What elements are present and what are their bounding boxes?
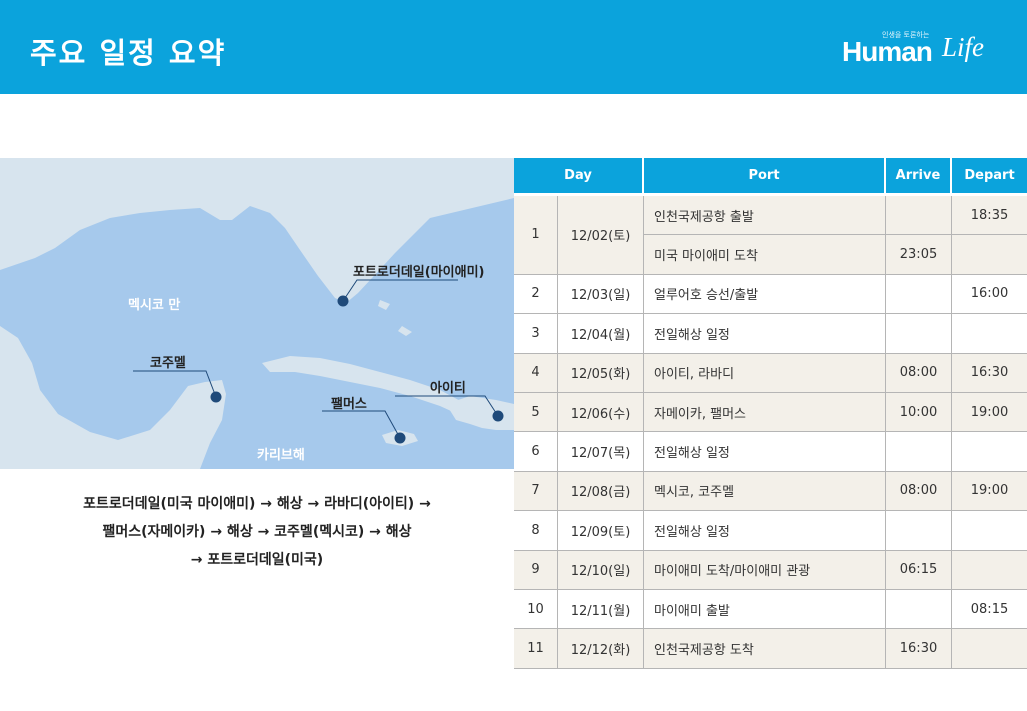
caribbean-map: 멕시코 만 카리브해 포트로더데일(마이애미) 코주멜 팰머스 아이티 — [0, 158, 514, 469]
port-name: 마이애미 도착/마이애미 관광 — [644, 550, 886, 590]
port-name: 전일해상 일정 — [644, 511, 886, 551]
col-day: Day — [514, 158, 644, 196]
day-date: 12/12(화) — [558, 629, 644, 669]
port-name: 마이애미 출발 — [644, 589, 886, 630]
table-header-row: Day Port Arrive Depart — [514, 158, 1027, 196]
day-date: 12/03(일) — [558, 274, 644, 315]
route-line: 포트로더데일(미국 마이애미) → 해상 → 라바디(아이티) → — [83, 496, 431, 512]
arrive-time — [886, 589, 952, 630]
day-number: 4 — [514, 353, 558, 393]
port-name: 인천국제공항 출발 — [644, 196, 886, 236]
palmas-label: 팰머스 — [331, 397, 367, 412]
table-row: 11 12/12(화) 인천국제공항 도착 16:30 — [514, 629, 1027, 669]
route-line: → 포트로더데일(미국) — [190, 552, 324, 568]
table-row: 10 12/11(월) 마이애미 출발 08:15 — [514, 589, 1027, 630]
table-row: 4 12/05(화) 아이티, 라바디 08:00 16:30 — [514, 353, 1027, 393]
arrive-time — [886, 314, 952, 354]
itinerary-table: Day Port Arrive Depart 1 12/02(토) 인천국제공항… — [514, 158, 1027, 669]
col-arrive: Arrive — [886, 158, 952, 196]
port-name: 전일해상 일정 — [644, 314, 886, 354]
port-name: 전일해상 일정 — [644, 432, 886, 472]
arrive-time: 16:30 — [886, 629, 952, 669]
depart-time: 18:35 — [952, 196, 1027, 236]
day-date: 12/02(토) — [558, 196, 644, 275]
table-row: 3 12/04(월) 전일해상 일정 — [514, 314, 1027, 354]
port-name: 미국 마이애미 도착 — [644, 235, 886, 275]
port-name: 멕시코, 코주멜 — [644, 471, 886, 512]
day-number: 2 — [514, 274, 558, 315]
day-number: 11 — [514, 629, 558, 669]
depart-time: 19:00 — [952, 471, 1027, 512]
arrive-time: 23:05 — [886, 235, 952, 275]
depart-time — [952, 314, 1027, 354]
day-date: 12/04(월) — [558, 314, 644, 354]
day-date: 12/06(수) — [558, 392, 644, 433]
day-number: 3 — [514, 314, 558, 354]
table-row: 7 12/08(금) 멕시코, 코주멜 08:00 19:00 — [514, 471, 1027, 512]
day-number: 6 — [514, 432, 558, 472]
day-date: 12/10(일) — [558, 550, 644, 590]
map-graphic — [0, 158, 514, 469]
day-number: 10 — [514, 589, 558, 630]
table-row: 5 12/06(수) 자메이카, 팰머스 10:00 19:00 — [514, 392, 1027, 433]
depart-time: 08:15 — [952, 589, 1027, 630]
haiti-label: 아이티 — [430, 381, 466, 396]
depart-time — [952, 550, 1027, 590]
route-line: 팰머스(자메이카) → 해상 → 코주멜(멕시코) → 해상 — [102, 524, 412, 540]
col-depart: Depart — [952, 158, 1027, 196]
day-number: 5 — [514, 392, 558, 433]
arrive-time: 06:15 — [886, 550, 952, 590]
haiti-marker — [492, 410, 504, 422]
logo-mark: Human — [842, 36, 933, 67]
day-date: 12/05(화) — [558, 353, 644, 393]
human-life-logo: 인생을 토론하는 Human Life — [842, 30, 992, 74]
depart-time — [952, 629, 1027, 669]
header-bar: 주요 일정 요약 인생을 토론하는 Human Life — [0, 0, 1027, 94]
table-row: 9 12/10(일) 마이애미 도착/마이애미 관광 06:15 — [514, 550, 1027, 590]
port-name: 자메이카, 팰머스 — [644, 392, 886, 433]
palmas-marker — [394, 432, 406, 444]
col-port: Port — [644, 158, 886, 196]
day-date: 12/11(월) — [558, 589, 644, 630]
table-row: 6 12/07(목) 전일해상 일정 — [514, 432, 1027, 472]
arrive-time: 08:00 — [886, 471, 952, 512]
gulf-label: 멕시코 만 — [128, 298, 181, 313]
cozumel-label: 코주멜 — [150, 356, 186, 371]
depart-time — [952, 235, 1027, 275]
depart-time — [952, 432, 1027, 472]
port-name: 인천국제공항 도착 — [644, 629, 886, 669]
logo-script: Life — [942, 32, 985, 62]
fort-lauderdale-marker — [337, 295, 349, 307]
day-number: 9 — [514, 550, 558, 590]
arrive-time — [886, 196, 952, 236]
depart-time — [952, 511, 1027, 551]
table-row: 8 12/09(토) 전일해상 일정 — [514, 511, 1027, 551]
arrive-time — [886, 432, 952, 472]
arrive-time — [886, 511, 952, 551]
cozumel-marker — [210, 391, 222, 403]
caribbean-label: 카리브해 — [257, 448, 305, 463]
day-number: 8 — [514, 511, 558, 551]
route-summary: 포트로더데일(미국 마이애미) → 해상 → 라바디(아이티) → 팰머스(자메… — [0, 490, 514, 574]
day-date: 12/09(토) — [558, 511, 644, 551]
arrive-time — [886, 274, 952, 315]
day-number: 1 — [514, 196, 558, 275]
day-date: 12/07(목) — [558, 432, 644, 472]
table-row: 2 12/03(일) 얼루어호 승선/출발 16:00 — [514, 274, 1027, 315]
day-number: 7 — [514, 471, 558, 512]
depart-time: 16:30 — [952, 353, 1027, 393]
port-name: 아이티, 라바디 — [644, 353, 886, 393]
depart-time: 16:00 — [952, 274, 1027, 315]
page-title: 주요 일정 요약 — [30, 36, 227, 70]
arrive-time: 10:00 — [886, 392, 952, 433]
arrive-time: 08:00 — [886, 353, 952, 393]
depart-time: 19:00 — [952, 392, 1027, 433]
fort-lauderdale-label: 포트로더데일(마이애미) — [353, 265, 485, 280]
table-row: 1 12/02(토) 인천국제공항 출발 18:35 — [514, 196, 1027, 275]
port-name: 얼루어호 승선/출발 — [644, 274, 886, 315]
day-date: 12/08(금) — [558, 471, 644, 512]
